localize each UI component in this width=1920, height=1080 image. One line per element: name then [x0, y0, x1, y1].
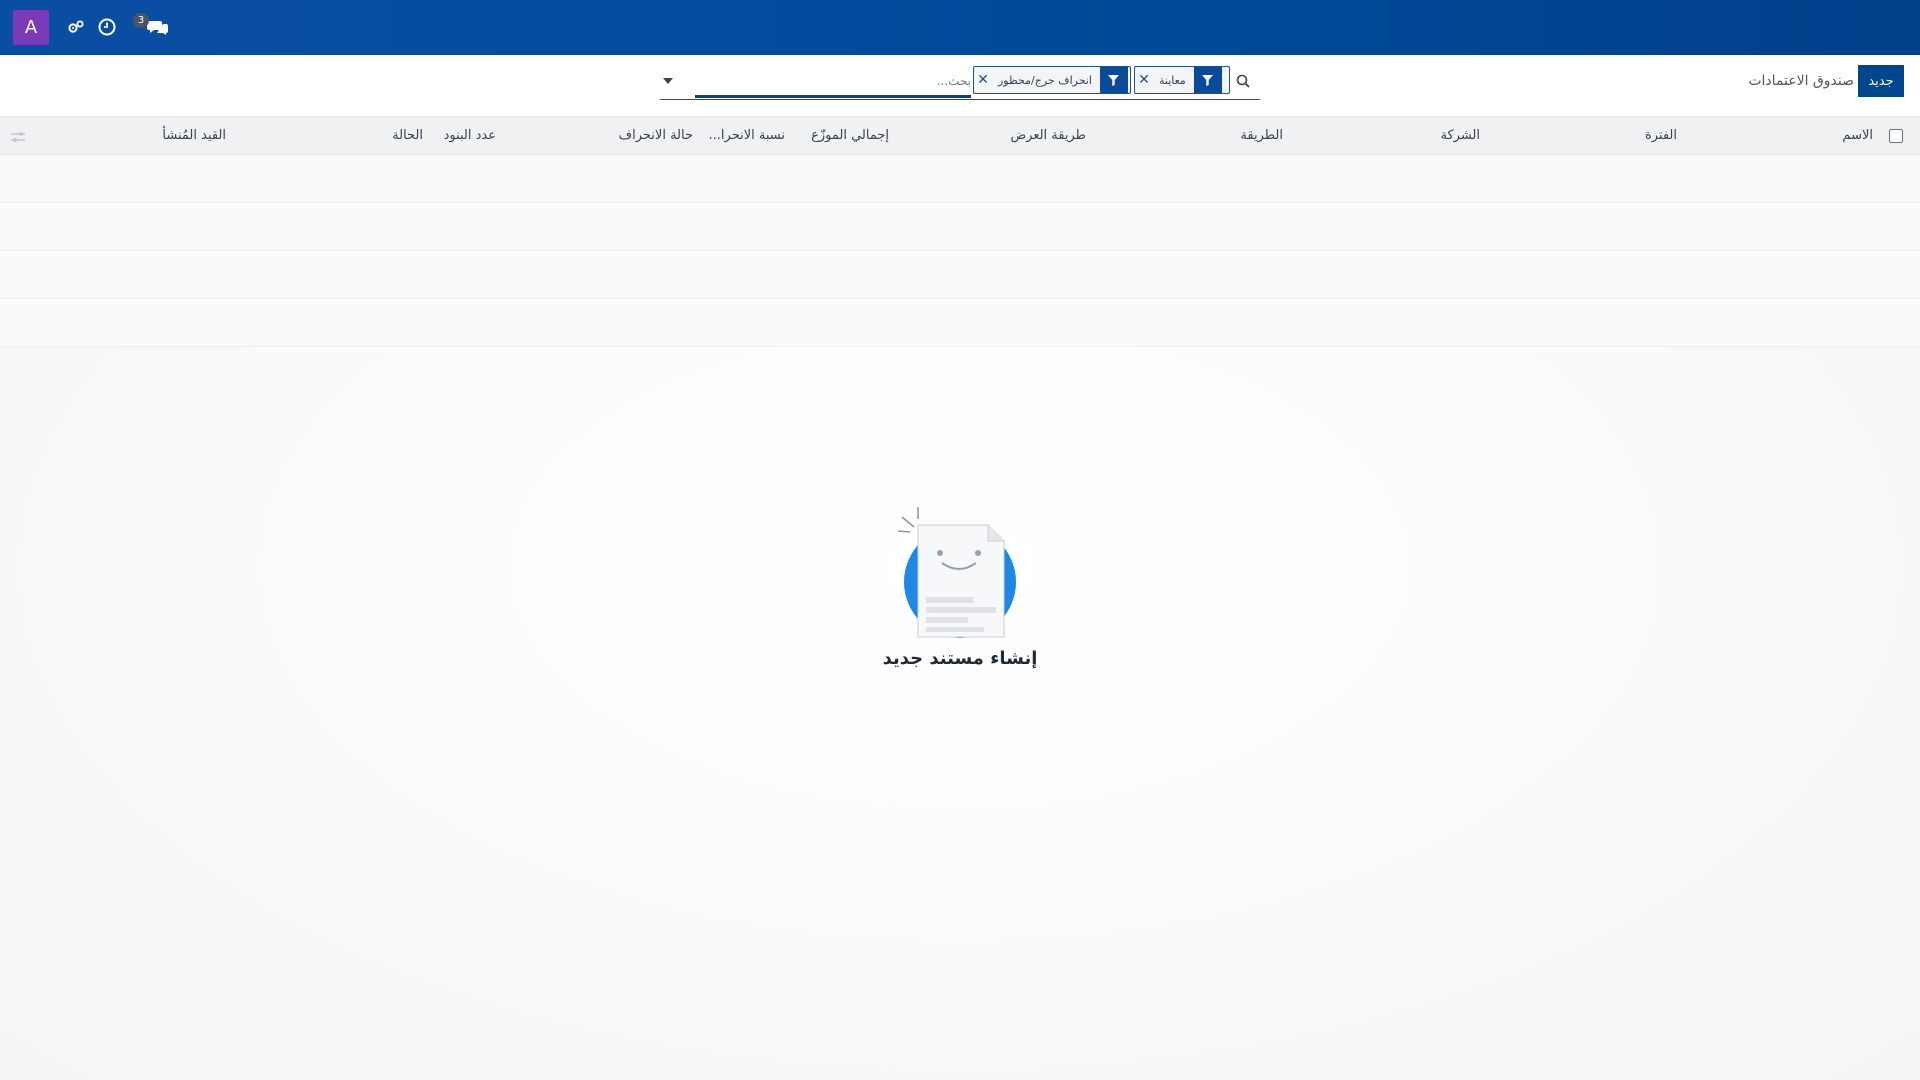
column-header-lines-count[interactable]: عدد البنود [444, 128, 496, 143]
optional-columns-icon[interactable] [10, 129, 26, 143]
users-gear-icon[interactable] [63, 14, 89, 40]
avatar-letter: A [24, 17, 38, 38]
empty-row [0, 251, 1920, 299]
new-button[interactable]: جديد [1858, 65, 1904, 97]
top-navbar: A 3 [0, 0, 1920, 55]
search-icon[interactable] [1233, 71, 1253, 91]
select-all-checkbox[interactable] [1889, 129, 1903, 143]
column-header-view-method[interactable]: طريقة العرض [1010, 128, 1086, 143]
search-focus-underline [695, 95, 971, 98]
chat-icon[interactable] [145, 14, 171, 40]
search-options-caret-icon[interactable] [660, 75, 676, 87]
filter-icon [1099, 67, 1128, 93]
filter-icon [1193, 67, 1222, 93]
clock-icon[interactable] [94, 14, 120, 40]
column-header-distributed-total[interactable]: إجمالي الموزّع [811, 128, 889, 143]
column-header-state[interactable]: الحالة [392, 128, 423, 143]
column-header-company[interactable]: الشركة [1440, 128, 1480, 143]
column-header-created-entry[interactable]: القيد المُنشأ [162, 128, 226, 143]
empty-state-title: إنشاء مستند جديد [882, 648, 1038, 669]
search-facet-preview: ✕ معاينة [1134, 66, 1230, 94]
column-header-method[interactable]: الطريقة [1240, 128, 1283, 143]
empty-row [0, 203, 1920, 251]
empty-row [0, 299, 1920, 347]
messages-count-badge: 3 [133, 13, 149, 28]
breadcrumb: صندوق الاعتمادات [1748, 73, 1854, 89]
facet-value: معاينة [1159, 73, 1186, 87]
facet-value: انحراف حرج/محظور [998, 73, 1092, 87]
search-bar: ✕ معاينة ✕ انحراف حرج/محظور [660, 64, 1260, 100]
facet-remove-icon[interactable]: ✕ [974, 67, 992, 93]
empty-row [0, 155, 1920, 203]
column-header-period[interactable]: الفترة [1645, 128, 1677, 143]
facet-remove-icon[interactable]: ✕ [1135, 67, 1153, 93]
search-input[interactable] [696, 69, 971, 93]
control-panel: جديد صندوق الاعتمادات ✕ معاينة ✕ انحراف … [0, 55, 1920, 117]
list-rows [0, 155, 1920, 347]
user-avatar[interactable]: A [13, 10, 49, 45]
search-facet-deviation: ✕ انحراف حرج/محظور [973, 66, 1131, 94]
column-header-deviation-status[interactable]: حالة الانحراف [619, 128, 693, 143]
empty-state-area [0, 347, 1920, 1080]
list-header: الاسم الفترة الشركة الطريقة طريقة العرض … [0, 117, 1920, 155]
empty-document-smiley-icon [897, 505, 1018, 645]
column-header-deviation-ratio[interactable]: نسبة الانحرا... [709, 128, 785, 143]
column-header-name[interactable]: الاسم [1842, 128, 1873, 143]
